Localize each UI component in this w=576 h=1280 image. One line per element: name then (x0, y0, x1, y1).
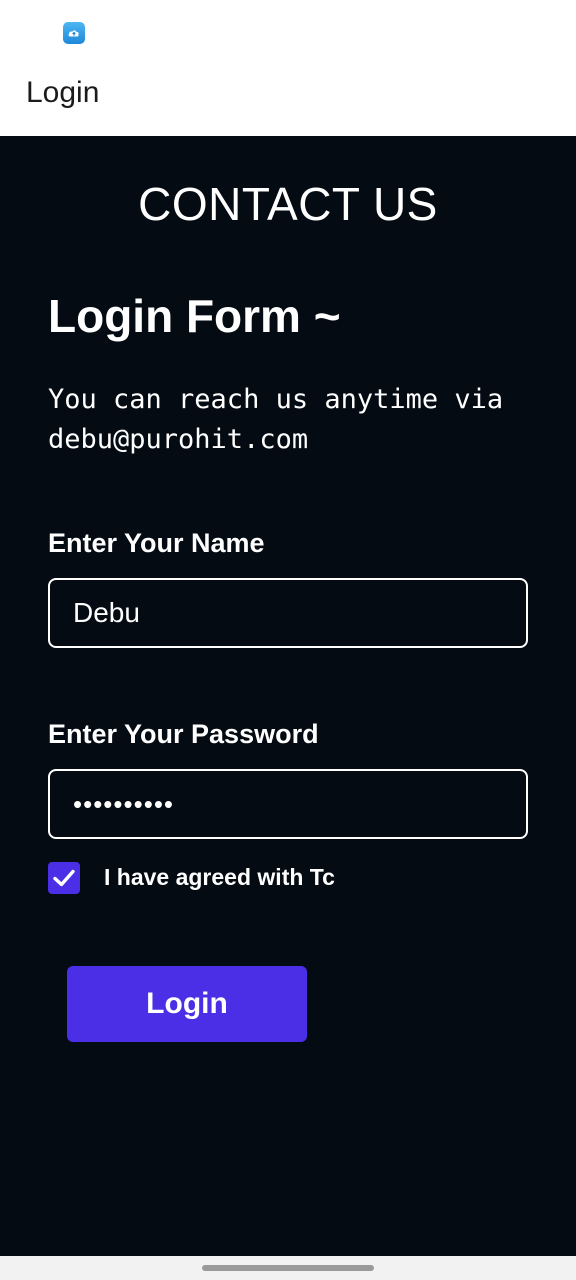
login-button[interactable]: Login (67, 966, 307, 1042)
contact-info-text: You can reach us anytime via debu@purohi… (48, 384, 504, 455)
login-screen: Login CONTACT US Login Form ~ You can re… (0, 0, 576, 1280)
cloud-upload-icon (63, 22, 85, 44)
gesture-handle[interactable] (202, 1265, 374, 1271)
app-bar: Login (0, 0, 576, 136)
app-bar-title: Login (26, 76, 100, 109)
password-input-value: •••••••••• (73, 789, 175, 819)
name-input-value: Debu (73, 597, 140, 628)
terms-checkbox[interactable] (48, 862, 80, 894)
checkmark-icon (53, 869, 75, 887)
name-input[interactable]: Debu (48, 578, 528, 648)
terms-checkbox-label[interactable]: I have agreed with Tc (104, 862, 335, 892)
page-heading: CONTACT US (138, 178, 438, 230)
system-navigation-bar (0, 1256, 576, 1280)
password-label: Enter Your Password (48, 719, 319, 749)
form-title: Login Form ~ (48, 290, 341, 342)
name-label: Enter Your Name (48, 528, 265, 558)
password-input[interactable]: •••••••••• (48, 769, 528, 839)
